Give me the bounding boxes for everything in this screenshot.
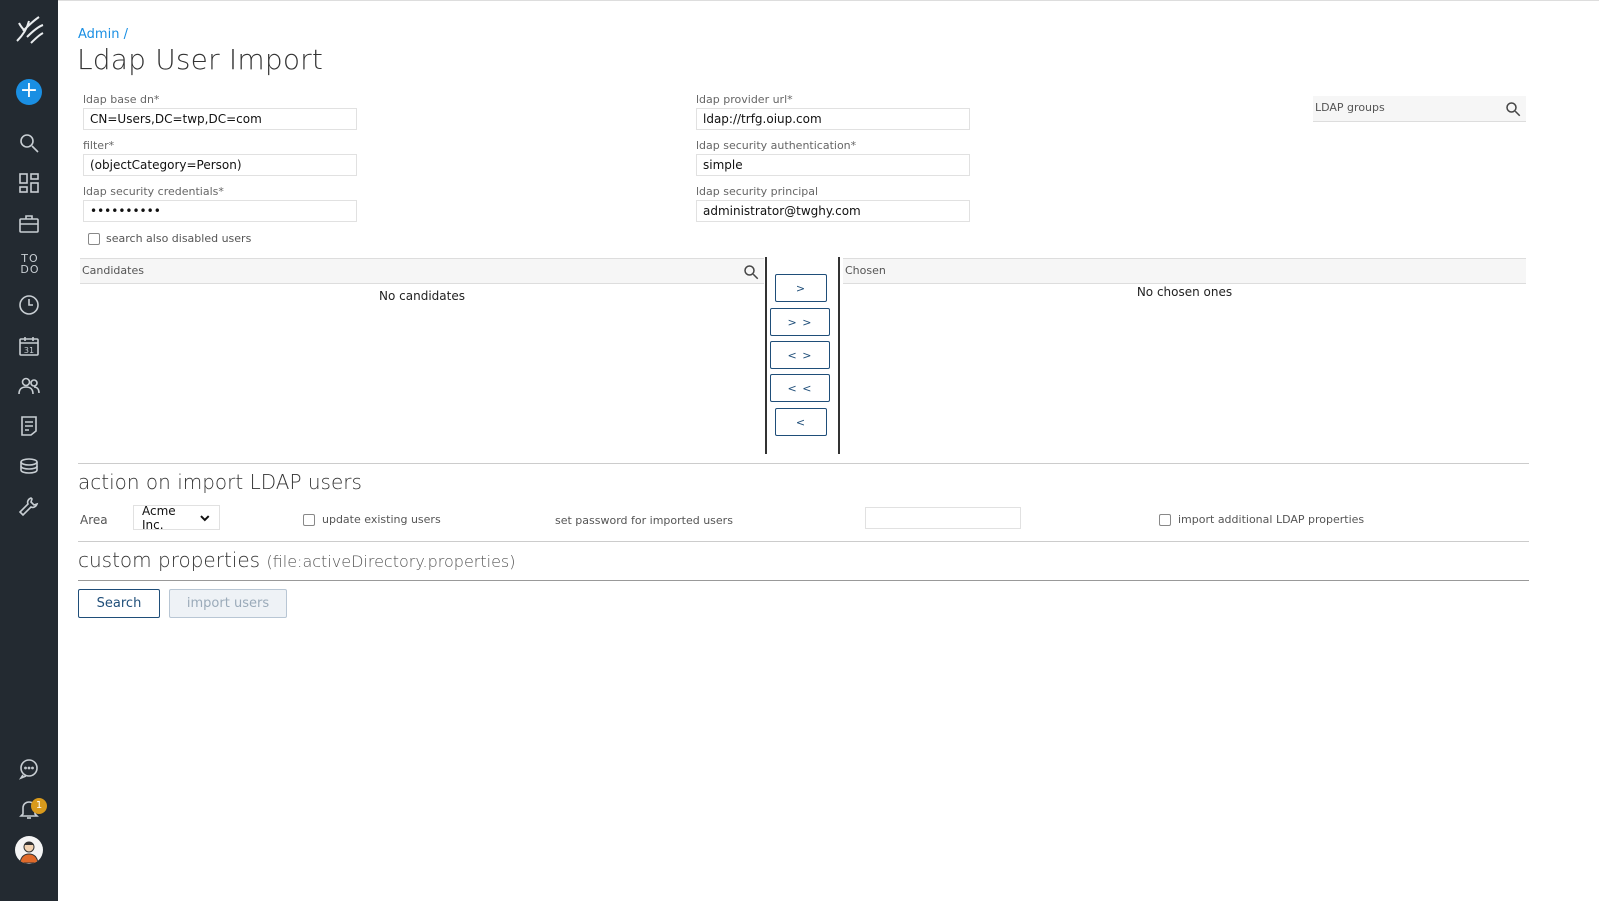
calendar-icon[interactable]: 31: [9, 329, 49, 363]
section-divider: [78, 580, 1529, 581]
import-additional-properties-label: import additional LDAP properties: [1178, 513, 1365, 526]
sidebar: + TO DO 31 1: [0, 0, 58, 901]
principal-input[interactable]: administrator@twghy.com: [696, 200, 970, 222]
briefcase-icon[interactable]: [9, 207, 49, 241]
candidates-empty-text: No candidates: [379, 289, 465, 303]
credentials-input[interactable]: ••••••••••: [83, 200, 357, 222]
area-select-value: Acme Inc.: [142, 503, 176, 532]
search-icon[interactable]: [1504, 100, 1522, 118]
breadcrumb[interactable]: Admin /: [78, 27, 128, 42]
filter-label: filter*: [83, 139, 115, 152]
provider-url-input[interactable]: ldap://trfg.oiup.com: [696, 108, 970, 130]
import-users-button[interactable]: import users: [169, 589, 287, 618]
authentication-label: ldap security authentication*: [696, 139, 857, 152]
wrench-icon[interactable]: [9, 490, 49, 524]
users-icon[interactable]: [9, 369, 49, 403]
remove-all-button[interactable]: < <: [770, 374, 830, 402]
authentication-input[interactable]: simple: [696, 154, 970, 176]
ldap-groups-search[interactable]: LDAP groups: [1313, 96, 1526, 122]
principal-label: ldap security principal: [696, 185, 819, 198]
divider: [838, 257, 840, 454]
filter-input[interactable]: (objectCategory=Person): [83, 154, 357, 176]
area-label: Area: [80, 513, 108, 527]
custom-properties-title: custom properties (file:activeDirectory.…: [78, 548, 516, 572]
clock-icon[interactable]: [9, 288, 49, 322]
search-button[interactable]: Search: [78, 589, 160, 618]
base-dn-input[interactable]: CN=Users,DC=twp,DC=com: [83, 108, 357, 130]
dashboard-icon[interactable]: [9, 166, 49, 200]
search-icon[interactable]: [9, 126, 49, 160]
custom-properties-file: (file:activeDirectory.properties): [266, 552, 516, 571]
coins-icon[interactable]: [9, 449, 49, 483]
set-password-input[interactable]: [865, 507, 1021, 529]
search-disabled-users-label: search also disabled users: [106, 232, 252, 245]
swap-button[interactable]: < >: [770, 341, 830, 369]
remove-one-button[interactable]: <: [775, 408, 827, 436]
avatar[interactable]: [15, 836, 43, 864]
area-select[interactable]: Acme Inc.: [133, 503, 220, 532]
add-all-button[interactable]: > >: [770, 308, 830, 336]
credentials-label: ldap security credentials*: [83, 185, 224, 198]
logo-icon[interactable]: [9, 8, 49, 50]
candidates-header: Candidates: [80, 258, 764, 284]
search-icon[interactable]: [742, 263, 760, 281]
add-icon[interactable]: +: [16, 79, 42, 105]
main-content: Admin / Ldap User Import ldap base dn* C…: [58, 0, 1599, 901]
ldap-groups-label: LDAP groups: [1315, 101, 1385, 114]
document-icon[interactable]: [9, 409, 49, 443]
notification-badge: 1: [31, 798, 47, 814]
chosen-empty-text: No chosen ones: [1136, 285, 1233, 299]
search-disabled-users-checkbox[interactable]: [88, 233, 100, 245]
update-existing-users-label: update existing users: [322, 513, 441, 526]
base-dn-label: ldap base dn*: [83, 93, 160, 106]
divider: [765, 257, 767, 454]
chat-icon[interactable]: [9, 751, 49, 785]
import-action-title: action on import LDAP users: [78, 470, 362, 494]
section-divider: [78, 463, 1529, 464]
todo-icon[interactable]: TO DO: [18, 253, 42, 275]
set-password-label: set password for imported users: [555, 514, 733, 527]
section-divider: [78, 541, 1529, 542]
update-existing-users-checkbox[interactable]: [303, 514, 315, 526]
chosen-header: Chosen: [843, 258, 1526, 284]
add-one-button[interactable]: >: [775, 274, 827, 302]
provider-url-label: ldap provider url*: [696, 93, 793, 106]
import-additional-properties-checkbox[interactable]: [1159, 514, 1171, 526]
svg-text:31: 31: [24, 346, 34, 355]
custom-properties-heading: custom properties: [78, 548, 261, 572]
page-title: Ldap User Import: [77, 43, 324, 76]
candidates-title: Candidates: [82, 264, 144, 277]
chevron-down-icon: [200, 514, 210, 521]
chosen-title: Chosen: [845, 264, 886, 277]
